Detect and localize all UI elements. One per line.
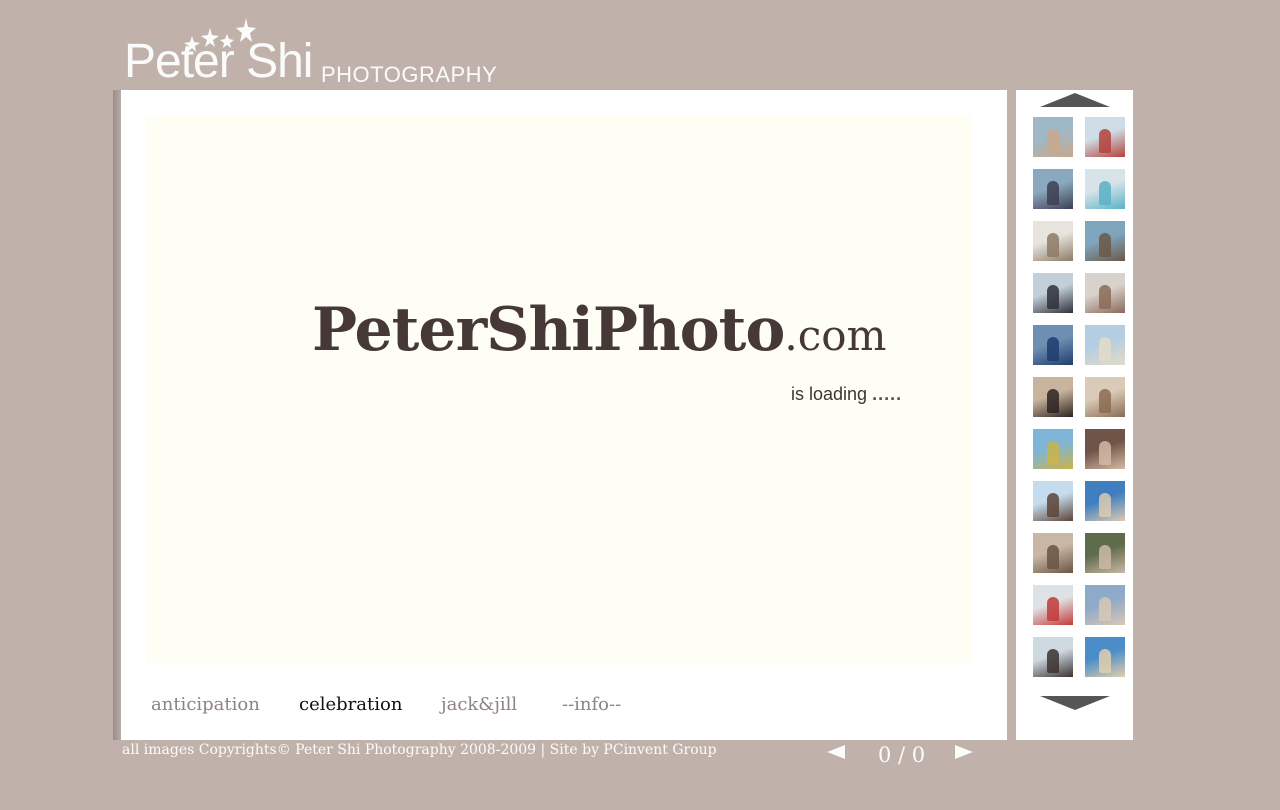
thumbnail-figure [1047, 545, 1059, 569]
thumbnail[interactable] [1033, 481, 1073, 521]
thumbnail[interactable] [1033, 325, 1073, 365]
gallery-link-celebration[interactable]: celebration [299, 694, 402, 715]
image-counter: 0 / 0 [878, 743, 926, 767]
brand-tld: .com [784, 311, 887, 360]
thumbnail-figure [1047, 337, 1059, 361]
gallery-nav: anticipation celebration jack&jill --inf… [151, 694, 671, 718]
thumbnail-figure [1099, 233, 1111, 257]
thumbnail-figure [1047, 493, 1059, 517]
loading-text: is loading [791, 384, 868, 404]
thumbnail[interactable] [1085, 273, 1125, 313]
thumbnail-figure [1047, 285, 1059, 309]
gallery-link-anticipation[interactable]: anticipation [151, 694, 260, 715]
thumbnail[interactable] [1033, 637, 1073, 677]
site-logo[interactable]: Peter Shi PHOTOGRAPHY [124, 18, 524, 88]
thumbnail[interactable] [1085, 585, 1125, 625]
thumbnail-panel [1016, 90, 1133, 740]
thumbnail-figure [1099, 129, 1111, 153]
gallery-link-info[interactable]: --info-- [562, 694, 621, 715]
thumbnail-figure [1047, 181, 1059, 205]
thumbnail-figure [1099, 597, 1111, 621]
thumbnail[interactable] [1033, 221, 1073, 261]
gallery-link-jack-jill[interactable]: jack&jill [441, 694, 517, 715]
thumbnail[interactable] [1085, 377, 1125, 417]
thumbnail[interactable] [1085, 429, 1125, 469]
thumbnail-figure [1099, 441, 1111, 465]
thumbnail[interactable] [1085, 481, 1125, 521]
thumbnail-figure [1047, 649, 1059, 673]
thumbnail[interactable] [1033, 377, 1073, 417]
main-panel: PeterShiPhoto.com is loading ..... antic… [121, 90, 1007, 740]
next-arrow-icon[interactable] [955, 745, 973, 759]
loading-indicator: is loading ..... [791, 384, 902, 405]
thumbnail-figure [1099, 181, 1111, 205]
thumbnail[interactable] [1033, 429, 1073, 469]
thumbnail-figure [1099, 285, 1111, 309]
image-viewer[interactable]: PeterShiPhoto.com is loading ..... [146, 115, 972, 664]
thumbnail[interactable] [1085, 117, 1125, 157]
previous-arrow-icon[interactable] [827, 745, 845, 759]
thumbnail-figure [1047, 129, 1059, 153]
thumbnail-figure [1047, 597, 1059, 621]
thumbnail-figure [1047, 441, 1059, 465]
thumbnail-figure [1099, 493, 1111, 517]
thumbnail-figure [1047, 233, 1059, 257]
thumbnail[interactable] [1033, 169, 1073, 209]
loading-dots: ..... [872, 384, 903, 404]
thumbnail[interactable] [1033, 117, 1073, 157]
thumbnail[interactable] [1085, 221, 1125, 261]
thumbnail[interactable] [1085, 637, 1125, 677]
scroll-down-arrow-icon[interactable] [1040, 696, 1110, 710]
thumbnail-figure [1099, 545, 1111, 569]
panel-shadow [113, 90, 121, 740]
thumbnail[interactable] [1085, 169, 1125, 209]
brand-main: PeterShiPhoto [312, 295, 785, 365]
thumbnail[interactable] [1033, 273, 1073, 313]
thumbnail[interactable] [1085, 325, 1125, 365]
copyright-text: all images Copyrights© Peter Shi Photogr… [122, 742, 717, 758]
thumbnail[interactable] [1033, 533, 1073, 573]
thumbnail[interactable] [1085, 533, 1125, 573]
logo-subtitle: PHOTOGRAPHY [321, 62, 498, 87]
loading-brand: PeterShiPhoto.com [312, 295, 886, 365]
thumbnail-figure [1099, 337, 1111, 361]
thumbnail[interactable] [1033, 585, 1073, 625]
scroll-up-arrow-icon[interactable] [1040, 93, 1110, 107]
thumbnail-figure [1047, 389, 1059, 413]
thumbnail-figure [1099, 649, 1111, 673]
thumbnail-figure [1099, 389, 1111, 413]
logo-name: Peter Shi [124, 35, 313, 88]
